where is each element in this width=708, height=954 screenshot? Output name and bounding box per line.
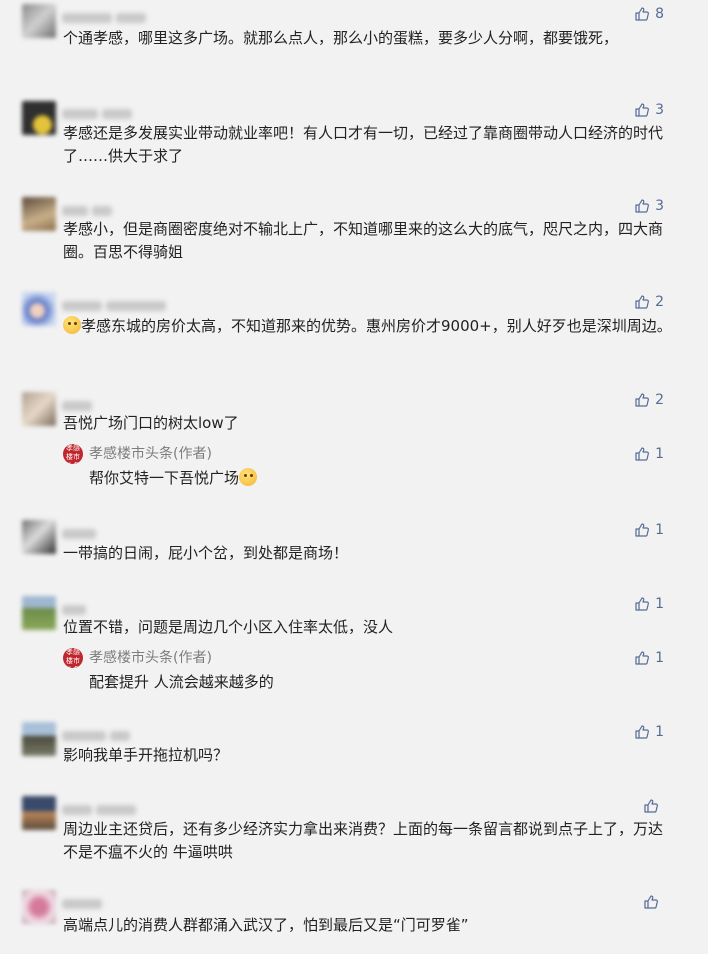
- like-count: 3: [655, 102, 664, 118]
- comment-text: 周边业主还贷后，还有多少经济实力拿出来消费？上面的每一条留言都说到点子上了，万达…: [63, 820, 664, 861]
- reply-text: 帮你艾特一下吾悦广场: [89, 467, 258, 490]
- comment-text: 位置不错，问题是周边几个小区入住率太低，没人: [63, 618, 394, 636]
- author-name[interactable]: 孝感楼市头条(作者): [89, 445, 212, 463]
- avatar[interactable]: [22, 722, 56, 756]
- thumbs-up-icon: [635, 295, 650, 309]
- like-button[interactable]: [643, 892, 664, 912]
- thumbs-up-icon: [635, 103, 650, 117]
- avatar[interactable]: [22, 796, 56, 830]
- thumbs-up-icon: [635, 199, 650, 213]
- thumbs-up-icon: [635, 447, 650, 461]
- avatar[interactable]: [22, 292, 56, 326]
- comment-text: 孝感还是多发展实业带动就业率吧！有人口才有一切，已经过了靠商圈带动人口经济的时代…: [63, 124, 664, 165]
- nickname-blurred: [62, 8, 182, 23]
- like-button[interactable]: 1: [634, 594, 664, 614]
- like-count: 3: [655, 198, 664, 214]
- thumbs-up-icon: [644, 799, 658, 813]
- like-button[interactable]: 8: [634, 4, 664, 24]
- like-button[interactable]: [643, 796, 664, 816]
- avatar[interactable]: [22, 392, 56, 426]
- thumbs-up-icon: [635, 7, 650, 21]
- comment-text: 个通孝感，哪里这多广场。就那么点人，那么小的蛋糕，要多少人分啊，都要饿死，: [63, 29, 619, 47]
- thinking-emoji: [239, 468, 258, 486]
- avatar[interactable]: [22, 520, 56, 554]
- like-count: 1: [655, 650, 664, 666]
- nickname-blurred: [62, 201, 182, 216]
- like-count: 1: [655, 522, 664, 538]
- nickname-blurred: [62, 396, 182, 411]
- like-button[interactable]: 2: [634, 292, 664, 312]
- nickname-blurred: [62, 800, 182, 815]
- grinning-sweat-emoji: [63, 316, 81, 334]
- avatar[interactable]: [22, 4, 56, 38]
- like-button[interactable]: 3: [634, 196, 664, 216]
- nickname-blurred: [62, 894, 182, 909]
- like-button[interactable]: 1: [634, 648, 664, 668]
- like-count: 2: [655, 392, 664, 408]
- nickname-blurred: [62, 104, 182, 119]
- nickname-blurred: [62, 726, 182, 741]
- thumbs-up-icon: [635, 393, 650, 407]
- comment-text: 影响我单手开拖拉机吗？: [63, 746, 229, 764]
- thumbs-up-icon: [644, 895, 658, 909]
- thumbs-up-icon: [635, 597, 650, 611]
- avatar[interactable]: [22, 596, 56, 630]
- like-button[interactable]: 1: [634, 444, 664, 464]
- like-count: 8: [655, 6, 664, 22]
- like-button[interactable]: 1: [634, 520, 664, 540]
- like-button[interactable]: 3: [634, 100, 664, 120]
- like-button[interactable]: 2: [634, 390, 664, 410]
- like-button[interactable]: 1: [634, 722, 664, 742]
- comment-text: 高端点儿的消费人群都涌入武汉了，怕到最后又是“门可罗雀”: [63, 916, 469, 934]
- avatar[interactable]: [22, 101, 56, 135]
- author-avatar[interactable]: 孝感楼市头条: [63, 444, 83, 464]
- avatar[interactable]: [22, 890, 56, 924]
- author-avatar[interactable]: 孝感楼市头条: [63, 648, 83, 668]
- avatar[interactable]: [22, 197, 56, 231]
- thumbs-up-icon: [635, 725, 650, 739]
- reply-text: 配套提升 人流会越来越多的: [89, 673, 274, 691]
- nickname-blurred: [62, 600, 182, 615]
- comment-text: 一带搞的日闹，屁小个岔，到处都是商场！: [63, 544, 349, 562]
- author-name[interactable]: 孝感楼市头条(作者): [89, 649, 212, 667]
- like-count: 2: [655, 294, 664, 310]
- thumbs-up-icon: [635, 651, 650, 665]
- comment-text: 孝感东城的房价太高，不知道那来的优势。惠州房价才9000+，别人好歹也是深圳周边…: [63, 315, 673, 338]
- nickname-blurred: [62, 524, 182, 539]
- nickname-blurred: [62, 296, 182, 311]
- like-count: 1: [655, 596, 664, 612]
- comment-text: 孝感小，但是商圈密度绝对不输北上广，不知道哪里来的这么大的底气，咫尺之内，四大商…: [63, 220, 664, 261]
- like-count: 1: [655, 724, 664, 740]
- comment-text: 吾悦广场门口的树太low了: [63, 414, 239, 432]
- thumbs-up-icon: [635, 523, 650, 537]
- like-count: 1: [655, 446, 664, 462]
